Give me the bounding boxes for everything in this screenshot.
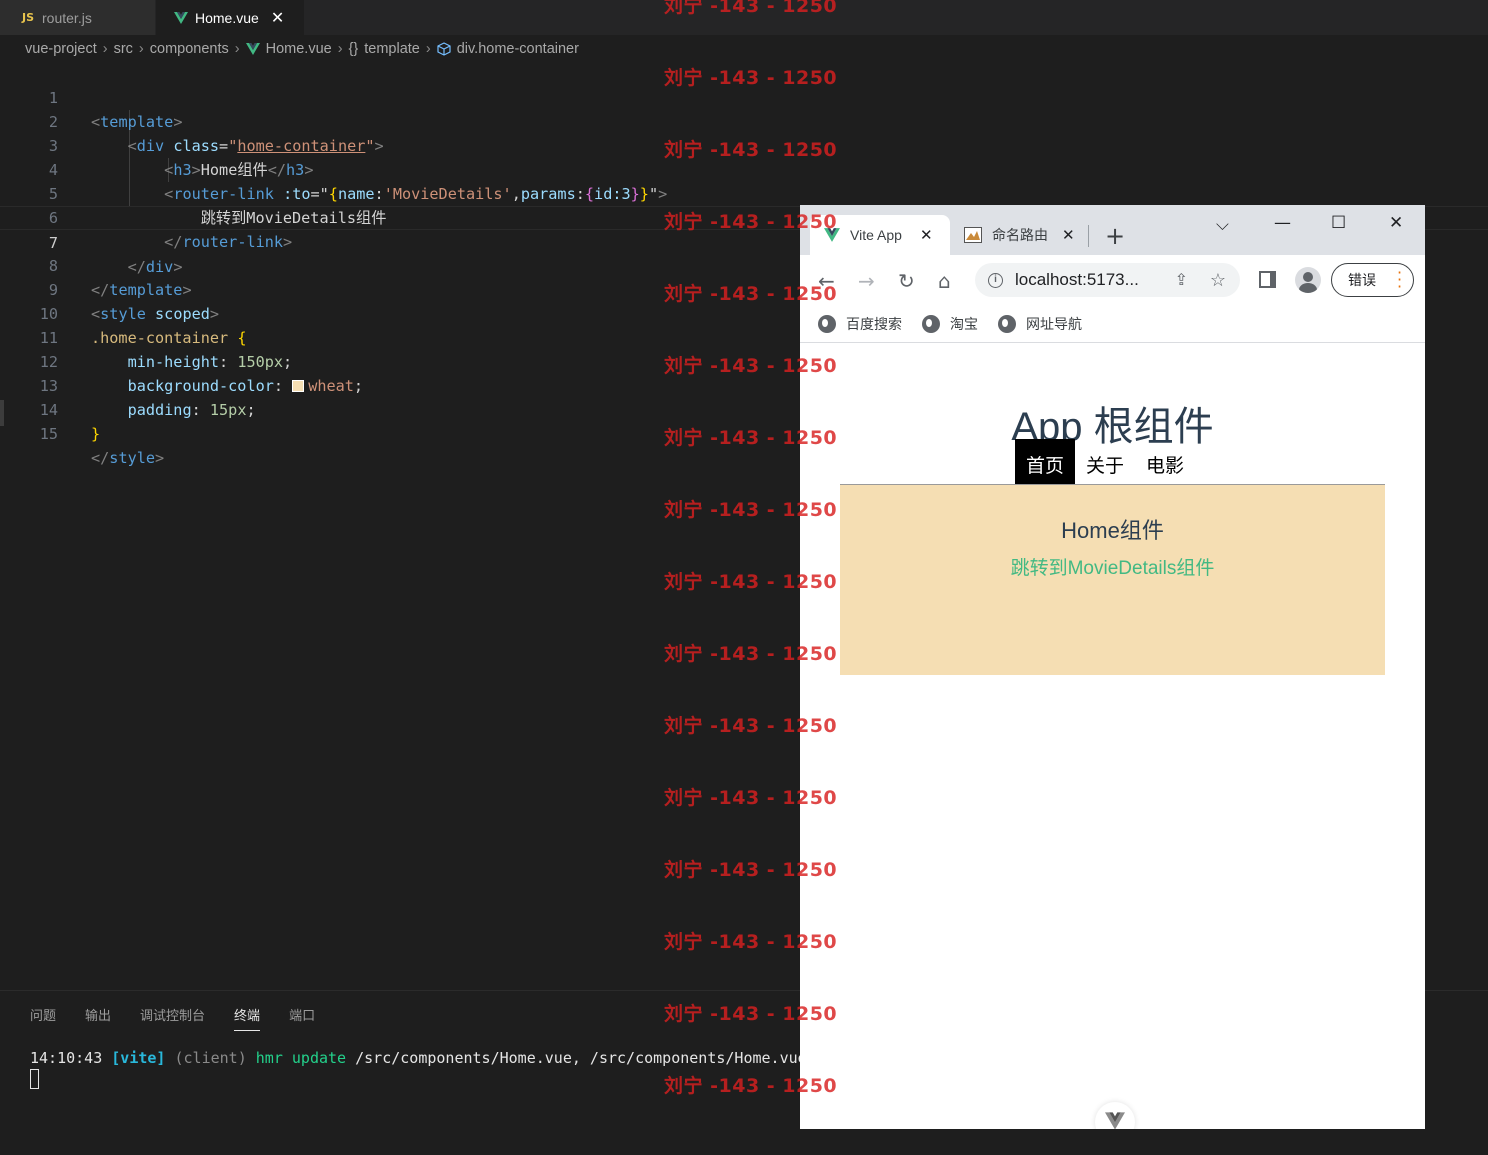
browser-tab-named-route[interactable]: 命名路由 ✕	[956, 215, 1076, 255]
bookmark-item[interactable]: 淘宝	[922, 314, 978, 334]
tab-label: router.js	[42, 9, 92, 26]
browser-window: Vite App ✕ 命名路由 ✕ + ⌵ — ☐ ✕ ← → ↻ ⌂ i lo…	[800, 205, 1425, 1129]
chevron-right-icon: ›	[138, 41, 144, 57]
nav-link-about[interactable]: 关于	[1075, 439, 1135, 490]
code-line: 3 <h3>Home组件</h3>	[0, 110, 1488, 179]
js-file-icon: JS	[22, 11, 35, 24]
cube-icon	[437, 42, 451, 56]
more-menu-icon[interactable]: · · ·	[1397, 265, 1402, 295]
watermark: 刘宁 -143 - 1250	[664, 643, 838, 665]
home-container: Home组件 跳转到MovieDetails组件	[840, 485, 1385, 675]
watermark: 刘宁 -143 - 1250	[664, 499, 838, 521]
globe-icon	[818, 314, 836, 333]
tab-search-icon[interactable]: ⌵	[1216, 215, 1229, 235]
watermark: 刘宁 -143 - 1250	[664, 283, 838, 305]
chevron-right-icon: ›	[102, 41, 108, 57]
bookmark-item[interactable]: 网址导航	[998, 314, 1082, 334]
nav-link-home[interactable]: 首页	[1015, 439, 1076, 490]
tab-output[interactable]: 输出	[85, 1005, 111, 1031]
vue-devtools-button[interactable]	[1095, 1102, 1135, 1129]
chevron-right-icon: ›	[425, 41, 431, 57]
breadcrumb: vue-project › src › components › Home.vue › …	[25, 38, 579, 60]
watermark: 刘宁 -143 - 1250	[664, 355, 838, 377]
tab-divider	[1088, 225, 1089, 247]
braces-icon: {}	[348, 41, 359, 57]
address-bar[interactable]: i localhost:5173... ⇪ ☆	[975, 263, 1240, 297]
watermark: 刘宁 -143 - 1250	[664, 427, 838, 449]
panel-tabs: 问题 输出 调试控制台 终端 端口	[30, 1005, 344, 1031]
tab-home-vue[interactable]: Home.vue ✕	[156, 0, 304, 35]
line-number: 15	[39, 425, 58, 443]
breadcrumb-item[interactable]: components	[150, 41, 229, 57]
watermark: 刘宁 -143 - 1250	[664, 67, 838, 89]
vue-file-icon	[174, 11, 188, 24]
minimize-icon[interactable]: —	[1274, 213, 1291, 233]
globe-icon	[922, 314, 940, 333]
tab-problems[interactable]: 问题	[30, 1005, 56, 1031]
side-panel-icon[interactable]	[1259, 271, 1276, 288]
vue-file-icon	[245, 43, 260, 55]
forward-icon[interactable]: →	[858, 269, 875, 293]
error-button-label: 错误	[1348, 273, 1376, 289]
page-thumbnail-icon	[964, 227, 982, 243]
bookmark-item[interactable]: 百度搜索	[818, 314, 902, 334]
breadcrumb-item[interactable]: div.home-container	[457, 41, 579, 57]
chevron-right-icon: ›	[337, 41, 343, 57]
bookmarks-bar: 百度搜索 淘宝 网址导航	[800, 305, 1425, 343]
breadcrumb-item[interactable]: template	[364, 41, 420, 57]
close-tab-icon[interactable]: ✕	[920, 226, 933, 244]
profile-avatar-icon[interactable]	[1295, 267, 1321, 293]
tab-label: Home.vue	[195, 9, 259, 26]
nav-link-movies[interactable]: 电影	[1135, 439, 1195, 490]
new-tab-icon[interactable]: +	[1105, 222, 1125, 250]
tab-ports[interactable]: 端口	[289, 1005, 315, 1031]
tab-debug-console[interactable]: 调试控制台	[140, 1005, 205, 1031]
browser-toolbar: ← → ↻ ⌂ i localhost:5173... ⇪ ☆ 错误 · · ·	[800, 255, 1425, 305]
share-icon[interactable]: ⇪	[1175, 270, 1188, 290]
terminal-cursor	[30, 1069, 39, 1089]
maximize-icon[interactable]: ☐	[1331, 213, 1346, 233]
tab-terminal[interactable]: 终端	[234, 1005, 261, 1031]
breadcrumb-item[interactable]: src	[114, 41, 133, 57]
watermark: 刘宁 -143 - 1250	[664, 715, 838, 737]
watermark: 刘宁 -143 - 1250	[664, 571, 838, 593]
watermark: 刘宁 -143 - 1250	[664, 0, 838, 17]
movie-details-link[interactable]: 跳转到MovieDetails组件	[1011, 553, 1215, 580]
app-nav: 首页 关于 电影	[1015, 439, 1195, 490]
watermark: 刘宁 -143 - 1250	[664, 1003, 838, 1025]
breadcrumb-item[interactable]: Home.vue	[266, 41, 332, 57]
close-window-icon[interactable]: ✕	[1389, 213, 1403, 233]
watermark: 刘宁 -143 - 1250	[664, 1075, 838, 1097]
watermark: 刘宁 -143 - 1250	[664, 931, 838, 953]
address-text: localhost:5173...	[1015, 270, 1139, 289]
chevron-right-icon: ›	[234, 41, 240, 57]
browser-tab-title: Vite App	[850, 227, 902, 243]
breadcrumb-item[interactable]: vue-project	[25, 41, 97, 57]
site-info-icon[interactable]: i	[988, 272, 1003, 288]
home-heading: Home组件	[1061, 518, 1164, 543]
watermark: 刘宁 -143 - 1250	[664, 139, 838, 161]
bookmark-star-icon[interactable]: ☆	[1210, 270, 1226, 291]
home-icon[interactable]: ⌂	[938, 269, 951, 293]
code-line: 6 </router-link>	[0, 182, 1488, 251]
watermark: 刘宁 -143 - 1250	[664, 211, 838, 233]
web-page: App 根组件 首页 关于 电影 Home组件 跳转到MovieDetails组…	[800, 344, 1425, 1129]
close-tab-icon[interactable]: ✕	[1062, 226, 1075, 244]
browser-tab-strip: Vite App ✕ 命名路由 ✕ + ⌵ — ☐ ✕	[800, 205, 1425, 255]
vue-devtools-icon	[1105, 1112, 1125, 1129]
close-icon[interactable]: ✕	[271, 8, 284, 28]
terminal-output[interactable]: 14:10:43 [vite] (client) hmr update /src…	[30, 1049, 807, 1067]
watermark: 刘宁 -143 - 1250	[664, 859, 838, 881]
tab-router-js[interactable]: JS router.js	[0, 0, 155, 35]
error-button[interactable]: 错误 · · ·	[1331, 263, 1414, 297]
reload-icon[interactable]: ↻	[898, 269, 915, 293]
watermark: 刘宁 -143 - 1250	[664, 787, 838, 809]
browser-tab-title: 命名路由	[992, 227, 1048, 243]
globe-icon	[998, 314, 1016, 333]
